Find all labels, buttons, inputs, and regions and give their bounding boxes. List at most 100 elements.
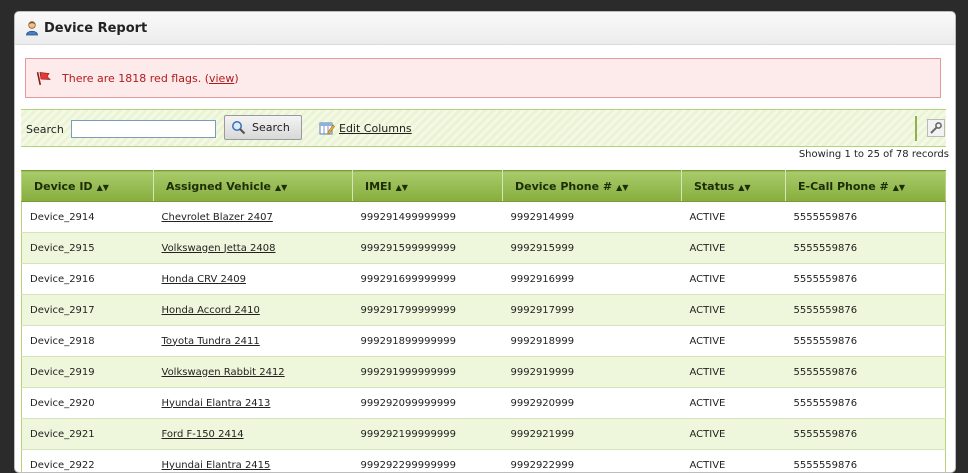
red-flag-icon <box>36 71 50 85</box>
cell-imei: 999292299999999 <box>353 450 503 473</box>
view-red-flags-link[interactable]: view <box>209 72 234 85</box>
panel-header: Device Report <box>15 12 955 45</box>
vehicle-link[interactable]: Hyundai Elantra 2415 <box>162 460 271 471</box>
column-header-device-id[interactable]: Device ID ▲▼ <box>22 171 154 202</box>
cell-status: ACTIVE <box>682 450 786 473</box>
cell-vehicle: Ford F-150 2414 <box>154 419 353 450</box>
vehicle-link[interactable]: Hyundai Elantra 2413 <box>162 398 271 409</box>
cell-ecall-phone: 5555559876 <box>786 388 946 419</box>
toolbar-divider <box>915 116 917 141</box>
device-table: Device ID▲▼ Assigned Vehicle▲▼ IMEI▲▼ De… <box>21 170 946 473</box>
table-header-row: Device ID▲▼ Assigned Vehicle▲▼ IMEI▲▼ De… <box>22 171 946 202</box>
vehicle-link[interactable]: Honda Accord 2410 <box>162 305 260 316</box>
cell-ecall-phone: 5555559876 <box>786 264 946 295</box>
cell-status: ACTIVE <box>682 264 786 295</box>
cell-device-phone: 9992922999 <box>503 450 682 473</box>
table-row: Device_2922 Hyundai Elantra 2415 9992922… <box>22 450 946 473</box>
cell-status: ACTIVE <box>682 326 786 357</box>
cell-ecall-phone: 5555559876 <box>786 233 946 264</box>
cell-device-phone: 9992914999 <box>503 202 682 233</box>
page-title: Device Report <box>44 21 147 36</box>
cell-vehicle: Toyota Tundra 2411 <box>154 326 353 357</box>
column-header-imei[interactable]: IMEI▲▼ <box>353 171 503 202</box>
cell-device-phone: 9992915999 <box>503 233 682 264</box>
cell-device-id: Device_2915 <box>22 233 154 264</box>
cell-vehicle: Hyundai Elantra 2415 <box>154 450 353 473</box>
column-header-label: E-Call Phone # <box>798 180 889 193</box>
cell-vehicle: Honda Accord 2410 <box>154 295 353 326</box>
column-header-label: Device ID <box>34 180 93 193</box>
vehicle-link[interactable]: Ford F-150 2414 <box>162 429 244 440</box>
records-count: Showing 1 to 25 of 78 records <box>799 149 949 160</box>
table-row: Device_2915 Volkswagen Jetta 2408 999291… <box>22 233 946 264</box>
magnifier-icon <box>231 120 246 135</box>
cell-ecall-phone: 5555559876 <box>786 450 946 473</box>
cell-vehicle: Honda CRV 2409 <box>154 264 353 295</box>
cell-imei: 999291699999999 <box>353 264 503 295</box>
cell-imei: 999291999999999 <box>353 357 503 388</box>
sort-icon: ▲▼ <box>738 183 750 192</box>
cell-status: ACTIVE <box>682 419 786 450</box>
search-toolbar: Search Search Edit Columns <box>21 109 946 147</box>
cell-device-phone: 9992919999 <box>503 357 682 388</box>
device-report-panel: Device Report There are 1818 red flags. … <box>14 11 956 473</box>
cell-ecall-phone: 5555559876 <box>786 295 946 326</box>
vehicle-link[interactable]: Toyota Tundra 2411 <box>162 336 260 347</box>
column-header-assigned-vehicle[interactable]: Assigned Vehicle▲▼ <box>154 171 353 202</box>
sort-icon: ▲▼ <box>616 183 628 192</box>
search-label: Search <box>26 123 64 136</box>
search-button-label: Search <box>252 121 290 134</box>
table-row: Device_2919 Volkswagen Rabbit 2412 99929… <box>22 357 946 388</box>
search-button[interactable]: Search <box>224 115 302 140</box>
wrench-icon <box>930 122 942 134</box>
cell-device-id: Device_2921 <box>22 419 154 450</box>
cell-device-id: Device_2919 <box>22 357 154 388</box>
cell-ecall-phone: 5555559876 <box>786 326 946 357</box>
cell-vehicle: Chevrolet Blazer 2407 <box>154 202 353 233</box>
cell-device-id: Device_2918 <box>22 326 154 357</box>
cell-imei: 999291499999999 <box>353 202 503 233</box>
cell-vehicle: Volkswagen Rabbit 2412 <box>154 357 353 388</box>
column-header-label: Assigned Vehicle <box>166 180 271 193</box>
cell-status: ACTIVE <box>682 357 786 388</box>
user-icon <box>24 20 40 36</box>
alert-message: There are 1818 red flags. <box>62 72 201 85</box>
edit-columns-link[interactable]: Edit Columns <box>319 120 412 136</box>
cell-status: ACTIVE <box>682 233 786 264</box>
cell-imei: 999292099999999 <box>353 388 503 419</box>
cell-vehicle: Volkswagen Jetta 2408 <box>154 233 353 264</box>
sort-icon: ▲▼ <box>893 183 905 192</box>
sort-icon: ▲▼ <box>97 183 109 192</box>
cell-device-id: Device_2922 <box>22 450 154 473</box>
table-row: Device_2916 Honda CRV 2409 9992916999999… <box>22 264 946 295</box>
table-row: Device_2917 Honda Accord 2410 9992917999… <box>22 295 946 326</box>
search-input[interactable] <box>71 120 216 138</box>
vehicle-link[interactable]: Honda CRV 2409 <box>162 274 246 285</box>
cell-imei: 999292199999999 <box>353 419 503 450</box>
edit-columns-icon <box>319 120 335 136</box>
table-row: Device_2914 Chevrolet Blazer 2407 999291… <box>22 202 946 233</box>
vehicle-link[interactable]: Chevrolet Blazer 2407 <box>162 212 273 223</box>
cell-device-phone: 9992921999 <box>503 419 682 450</box>
cell-device-phone: 9992917999 <box>503 295 682 326</box>
cell-device-phone: 9992920999 <box>503 388 682 419</box>
column-header-status[interactable]: Status ▲▼ <box>682 171 786 202</box>
vehicle-link[interactable]: Volkswagen Jetta 2408 <box>162 243 276 254</box>
cell-ecall-phone: 5555559876 <box>786 202 946 233</box>
table-row: Device_2918 Toyota Tundra 2411 999291899… <box>22 326 946 357</box>
cell-device-id: Device_2914 <box>22 202 154 233</box>
vehicle-link[interactable]: Volkswagen Rabbit 2412 <box>162 367 285 378</box>
column-header-label: Device Phone # <box>515 180 612 193</box>
column-header-ecall-phone[interactable]: E-Call Phone # ▲▼ <box>786 171 946 202</box>
column-header-label: Status <box>694 180 734 193</box>
cell-device-id: Device_2917 <box>22 295 154 326</box>
alert-paren-close: ) <box>234 72 238 85</box>
cell-device-phone: 9992916999 <box>503 264 682 295</box>
column-header-device-phone[interactable]: Device Phone # ▲▼ <box>503 171 682 202</box>
cell-device-id: Device_2920 <box>22 388 154 419</box>
cell-status: ACTIVE <box>682 295 786 326</box>
settings-wrench-button[interactable] <box>927 119 945 137</box>
cell-status: ACTIVE <box>682 388 786 419</box>
cell-ecall-phone: 5555559876 <box>786 357 946 388</box>
cell-status: ACTIVE <box>682 202 786 233</box>
